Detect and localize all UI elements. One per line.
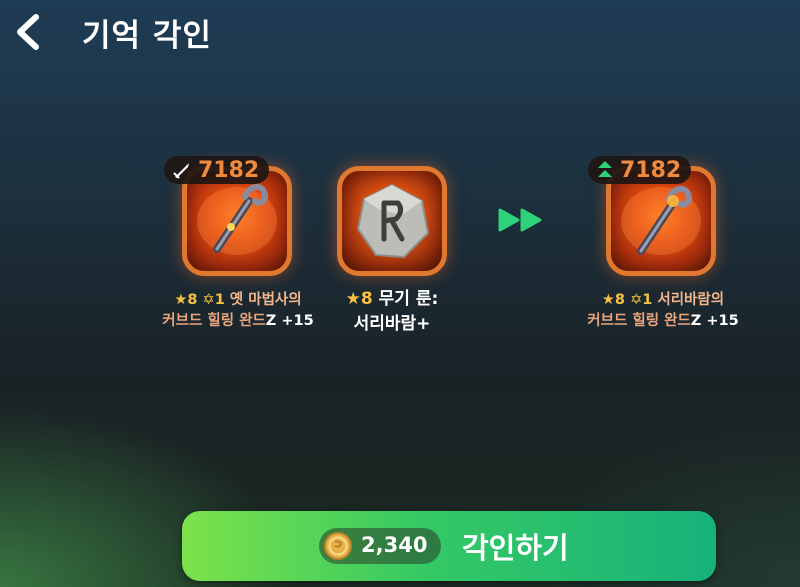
item-name-line1: 서리바람의 <box>657 292 725 308</box>
double-up-arrow-icon <box>598 161 612 177</box>
rune-item-frame[interactable] <box>337 166 447 276</box>
engrave-button[interactable]: 2,340 각인하기 <box>182 511 716 581</box>
back-button[interactable] <box>10 12 46 52</box>
sword-icon <box>173 163 189 179</box>
page-title: 기억 각인 <box>82 18 212 54</box>
rune-stone-icon <box>356 183 430 259</box>
rune-item-caption: ★8 무기 룬: 서리바람+ <box>320 287 464 337</box>
rune-name-line1: 무기 룬: <box>378 289 439 309</box>
engrave-button-label: 각인하기 <box>462 531 569 565</box>
power-value: 7182 <box>198 157 260 183</box>
item-level: +15 <box>281 313 314 329</box>
result-item-caption: ★8 ✡1 서리바람의 커브드 힐링 완드Z +15 <box>582 290 744 332</box>
rune-name-line2: 서리바람+ <box>353 314 431 334</box>
wand-icon <box>621 186 701 255</box>
source-item-caption: ★8 ✡1 옛 마법사의 커브드 힐링 완드Z +15 <box>150 290 326 332</box>
header: 기억 각인 <box>0 0 800 64</box>
coin-icon <box>324 532 352 560</box>
fast-forward-icon <box>498 208 542 232</box>
cost-pill: 2,340 <box>319 528 441 564</box>
star-rating: ★8 <box>174 292 198 308</box>
item-grade: Z <box>690 313 702 329</box>
power-badge: 7182 <box>588 156 692 184</box>
star-rating: ★8 <box>601 292 625 308</box>
item-name-line2: 커브드 힐링 완드 <box>162 313 266 329</box>
item-grade: Z <box>265 313 277 329</box>
chevron-left-icon <box>17 14 39 50</box>
enhance-level: ✡1 <box>202 292 225 308</box>
wand-icon <box>197 184 277 255</box>
enhance-level: ✡1 <box>630 292 653 308</box>
item-name-line1: 옛 마법사의 <box>229 292 302 308</box>
cost-value: 2,340 <box>361 533 428 557</box>
power-value: 7182 <box>620 157 682 183</box>
rune-star-rating: ★8 <box>345 289 373 309</box>
item-level: +15 <box>706 313 739 329</box>
power-badge: 7182 <box>164 156 270 184</box>
item-name-line2: 커브드 힐링 완드 <box>587 313 691 329</box>
